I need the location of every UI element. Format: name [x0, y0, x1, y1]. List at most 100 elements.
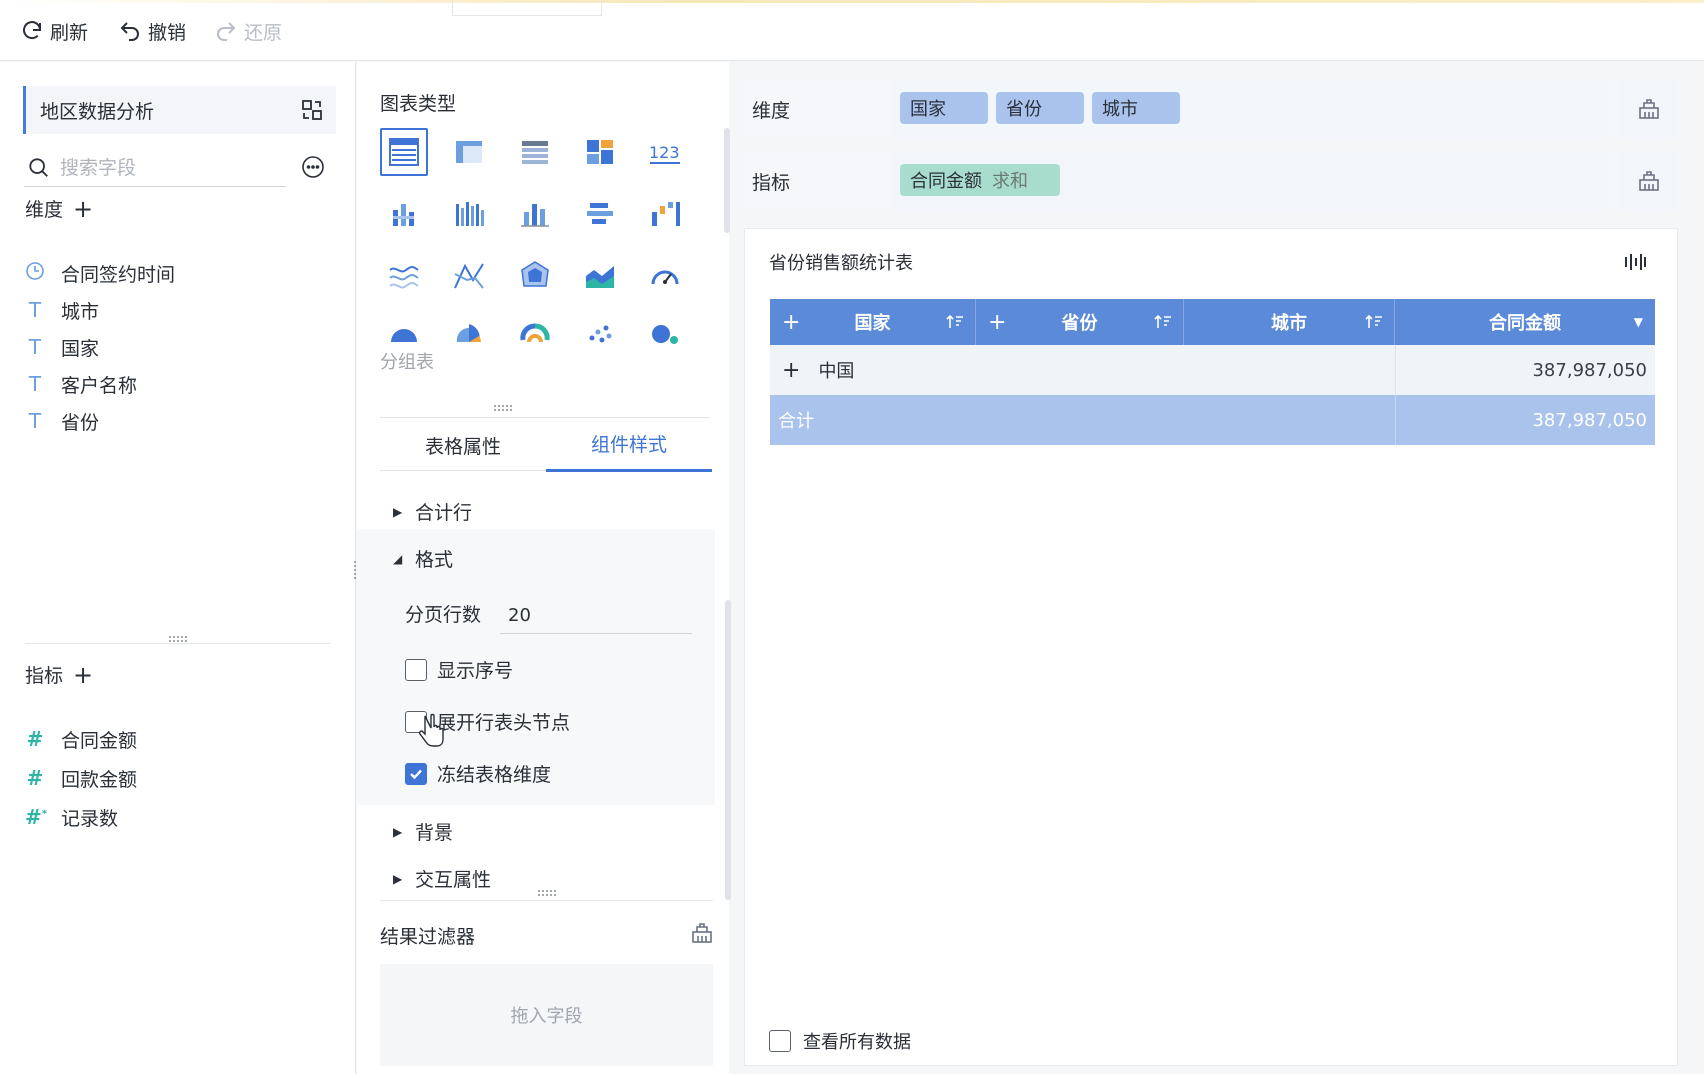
number-type-icon: # [26, 727, 44, 751]
dimension-field[interactable]: T 省份 [25, 407, 99, 435]
total-amount: 387,987,050 [1395, 395, 1655, 445]
column-chart-icon[interactable] [511, 190, 559, 238]
expand-column-icon[interactable]: + [988, 310, 1006, 335]
sort-icon[interactable] [1364, 312, 1384, 332]
dimension-field[interactable]: 合同签约时间 [25, 259, 175, 287]
radar-chart-icon[interactable] [511, 252, 559, 300]
text-type-icon: T [28, 298, 42, 322]
kpi-number-chart-icon[interactable]: 123 [641, 128, 689, 176]
dimension-pill-province[interactable]: 省份 [996, 92, 1084, 124]
dimension-shelf-settings[interactable] [1620, 80, 1678, 138]
measure-field[interactable]: #* 记录数 [25, 803, 118, 831]
sort-icon[interactable] [945, 312, 965, 332]
search-icon [29, 157, 48, 177]
scatter-chart-icon[interactable] [576, 310, 624, 358]
column-header-amount[interactable]: 合同金额 ▼ [1395, 299, 1655, 345]
column-header-province[interactable]: + 省份 [976, 299, 1184, 345]
grouped-table-chart-icon[interactable] [380, 128, 428, 176]
page-rows-input[interactable] [500, 598, 692, 634]
dimension-field-label: 省份 [61, 411, 100, 434]
checkbox-box-checked [405, 762, 427, 785]
measure-field[interactable]: # 回款金额 [25, 764, 137, 792]
field-search [24, 149, 286, 187]
dataset-selector[interactable]: 地区数据分析 [23, 86, 336, 134]
add-measure-icon[interactable]: + [73, 663, 93, 687]
measure-pill-contract-amount[interactable]: 合同金额 求和 [900, 164, 1060, 196]
area-chart-icon[interactable] [576, 252, 624, 300]
redo-icon [217, 22, 236, 41]
background-section[interactable]: ▶ 背景 [393, 818, 453, 845]
dimension-field[interactable]: T 国家 [25, 333, 99, 361]
dimension-pill-city[interactable]: 城市 [1092, 92, 1180, 124]
refresh-button[interactable]: 刷新 [20, 18, 88, 44]
panel-resize-handle[interactable] [537, 889, 557, 897]
column-header-country[interactable]: + 国家 [770, 299, 976, 345]
filter-settings-icon[interactable] [690, 921, 714, 945]
measure-shelf-drop-area[interactable]: 合同金额 求和 [892, 152, 1608, 210]
measure-shelf-label: 指标 [752, 172, 791, 194]
dimension-pill-country[interactable]: 国家 [900, 92, 988, 124]
table-row[interactable]: + 中国 387,987,050 [770, 345, 1655, 395]
redo-button[interactable]: 还原 [214, 18, 282, 44]
number-type-icon: #* [25, 805, 47, 829]
dropdown-arrow-icon[interactable]: ▼ [1634, 315, 1643, 329]
add-dimension-icon[interactable]: + [73, 197, 93, 221]
expand-row-icon[interactable]: + [782, 358, 800, 383]
show-serial-checkbox[interactable]: 显示序号 [405, 656, 513, 683]
shelf-settings-icon [1639, 99, 1659, 119]
column-header-label: 城市 [1271, 313, 1307, 334]
format-section[interactable]: ◢ 格式 [393, 545, 453, 572]
total-row-section[interactable]: ▶ 合计行 [393, 498, 472, 525]
rose-pie-chart-icon[interactable] [445, 310, 493, 358]
dimension-shelf-drop-area[interactable]: 国家 省份 城市 [892, 80, 1608, 138]
checkbox-box [405, 658, 427, 681]
measure-shelf: 指标 合同金额 求和 [744, 152, 1678, 210]
line-chart-icon[interactable] [380, 252, 428, 300]
view-all-data-checkbox[interactable]: 查看所有数据 [769, 1028, 911, 1054]
measure-field[interactable]: # 合同金额 [25, 725, 137, 753]
more-options-icon[interactable] [301, 155, 325, 179]
measure-shelf-settings[interactable] [1620, 152, 1678, 210]
stacked-column-chart-icon[interactable] [380, 190, 428, 238]
redo-label: 还原 [244, 21, 283, 44]
svg-text:123: 123 [649, 143, 680, 162]
search-input[interactable] [60, 156, 270, 179]
multi-column-chart-icon[interactable] [445, 190, 493, 238]
total-row-label: 合计行 [415, 502, 473, 524]
chart-type-scrollbar[interactable] [724, 128, 730, 233]
dashboard-block-chart-icon[interactable] [576, 128, 624, 176]
dimensions-header: 维度 + [25, 195, 93, 222]
panel-resize-handle[interactable] [168, 635, 188, 643]
radar-line-chart-icon[interactable] [445, 252, 493, 300]
gauge-chart-icon[interactable] [641, 252, 689, 300]
style-scrollbar[interactable] [725, 600, 731, 900]
sort-icon[interactable] [1153, 312, 1173, 332]
chart-settings-icon[interactable] [1623, 251, 1647, 273]
measure-field-label: 回款金额 [61, 768, 138, 791]
filter-drop-zone[interactable]: 拖入字段 [380, 964, 713, 1066]
expand-column-icon[interactable]: + [782, 310, 800, 335]
undo-label: 撤销 [148, 21, 187, 44]
dimension-field[interactable]: T 客户名称 [25, 370, 137, 398]
column-header-city[interactable]: 城市 [1184, 299, 1395, 345]
tab-component-style[interactable]: 组件样式 [546, 418, 712, 472]
refresh-label: 刷新 [50, 21, 89, 44]
interaction-label: 交互属性 [415, 869, 492, 891]
collapsed-arrow-icon: ▶ [393, 504, 403, 519]
text-type-icon: T [28, 409, 42, 433]
detail-table-chart-icon[interactable] [511, 128, 559, 176]
freeze-dims-label: 冻结表格维度 [437, 764, 552, 786]
switch-dataset-icon[interactable] [300, 98, 324, 122]
interaction-section[interactable]: ▶ 交互属性 [393, 865, 491, 892]
tab-table-properties[interactable]: 表格属性 [380, 418, 546, 472]
bubble-chart-icon[interactable] [641, 310, 689, 358]
waterfall-chart-icon[interactable] [641, 190, 689, 238]
undo-button[interactable]: 撤销 [118, 18, 186, 44]
freeze-dims-checkbox[interactable]: 冻结表格维度 [405, 760, 551, 787]
bar-chart-icon[interactable] [576, 190, 624, 238]
cross-table-chart-icon[interactable] [445, 128, 493, 176]
donut-chart-icon[interactable] [511, 310, 559, 358]
panel-resize-handle[interactable] [493, 404, 513, 412]
measure-pill-aggregation: 求和 [992, 171, 1028, 192]
dimension-field[interactable]: T 城市 [25, 296, 99, 324]
